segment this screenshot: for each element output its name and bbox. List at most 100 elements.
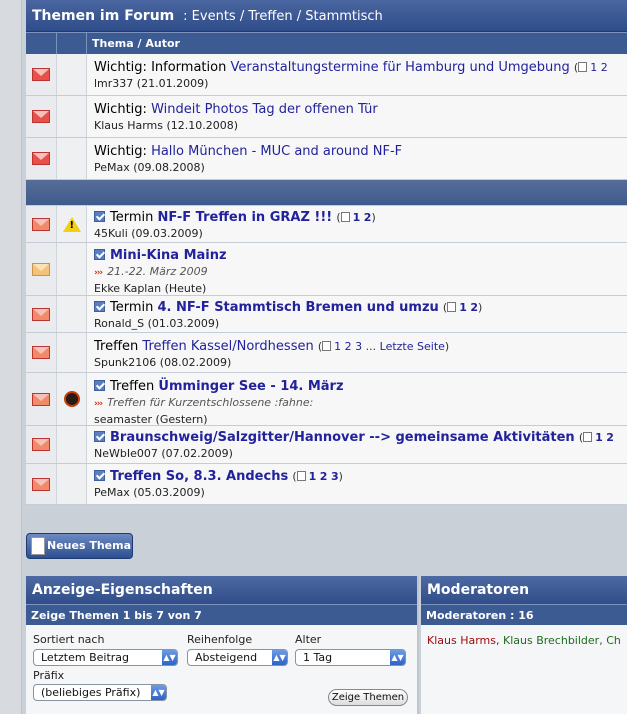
thread-prefix: Wichtig: — [94, 144, 147, 159]
thread-prefix: Termin — [110, 210, 154, 225]
sort-select[interactable]: Letztem Beitrag ▲▼ — [33, 649, 178, 666]
envelope-posted-icon — [32, 307, 50, 321]
checkbox-icon — [94, 380, 105, 391]
thread-row: Treffen So, 8.3. Andechs (1 2 3) PeMax (… — [26, 464, 627, 505]
thread-author[interactable]: PeMax — [94, 161, 130, 174]
checkbox-icon — [94, 211, 105, 222]
page-link[interactable]: 2 — [606, 431, 614, 444]
thread-title-link[interactable]: Ümminger See - 14. März — [158, 379, 343, 394]
envelope-hot-icon — [32, 68, 50, 81]
new-thread-button[interactable]: Neues Thema — [26, 533, 133, 559]
thread-author[interactable]: PeMax — [94, 486, 130, 499]
page-link[interactable]: 1 — [595, 431, 603, 444]
sort-select-value: Letztem Beitrag — [41, 651, 130, 664]
envelope-hot-icon — [32, 110, 50, 123]
select-arrows-icon: ▲▼ — [151, 685, 166, 700]
thread-title-link[interactable]: Braunschweig/Salzgitter/Hannover --> gem… — [110, 430, 575, 445]
envelope-posted-icon — [32, 477, 50, 491]
envelope-hot-icon — [32, 152, 50, 165]
age-select-value: 1 Tag — [303, 651, 333, 664]
checkbox-icon — [94, 470, 105, 481]
thread-title-link[interactable]: NF-F Treffen in GRAZ !!! — [158, 210, 333, 225]
order-select-value: Absteigend — [195, 651, 258, 664]
thread-row: Mini-Kina Mainz ››› 21.-22. März 2009 Ekk… — [26, 243, 627, 296]
select-arrows-icon: ▲▼ — [272, 650, 287, 665]
page-links: (1 2 — [578, 431, 614, 444]
thread-title-link[interactable]: Treffen So, 8.3. Andechs — [110, 469, 288, 484]
page-link[interactable]: 1 — [459, 301, 467, 314]
thread-author[interactable]: 45Kuli — [94, 227, 128, 240]
thread-title-link[interactable]: Veranstaltungstermine für Hamburg und Um… — [230, 60, 569, 75]
page-links: (1 2) — [336, 211, 376, 224]
page-link[interactable]: 1 — [590, 61, 597, 74]
page-link[interactable]: 2 — [345, 340, 352, 353]
forum-thread-list: Themen im Forum : Events / Treffen / Sta… — [26, 0, 627, 714]
prefix-select[interactable]: (beliebiges Präfix) ▲▼ — [33, 684, 167, 701]
thread-row: Braunschweig/Salzgitter/Hannover --> gem… — [26, 426, 627, 464]
thread-title-link[interactable]: Hallo München - MUC and around NF-F — [151, 144, 402, 159]
page-link[interactable]: 2 — [320, 470, 328, 483]
sticky-thread-row: Wichtig: Windeit Photos Tag der offenen … — [26, 96, 627, 138]
page-link[interactable]: 2 — [601, 61, 608, 74]
thread-row: Treffen Ümminger See - 14. März ››› Treff… — [26, 373, 627, 426]
page-links: (1 2 — [573, 61, 608, 74]
page-link[interactable]: 1 — [334, 340, 341, 353]
thread-prefix: Treffen — [110, 379, 155, 394]
devil-icon — [63, 391, 80, 407]
checkbox-icon — [94, 301, 105, 312]
checkbox-icon — [94, 431, 105, 442]
moderators-title: Moderatoren — [421, 576, 627, 604]
thread-title-link[interactable]: Windeit Photos Tag der offenen Tür — [151, 102, 378, 117]
select-arrows-icon: ▲▼ — [162, 650, 177, 665]
multipage-icon — [340, 212, 350, 222]
column-header-thema-autor[interactable]: Thema / Autor — [87, 33, 180, 54]
thread-date: (Heute) — [164, 282, 207, 295]
thread-row: ! Termin NF-F Treffen in GRAZ !!! (1 2) … — [26, 206, 627, 243]
envelope-posted-icon — [32, 217, 50, 231]
thread-author[interactable]: Spunk2106 — [94, 356, 156, 369]
thread-author[interactable]: Ekke Kaplan — [94, 282, 161, 295]
thread-prefix: Information — [151, 60, 227, 75]
moderator-link[interactable]: Klaus Harms, — [427, 634, 500, 647]
moderator-link[interactable]: Klaus Brechbilder, — [503, 634, 603, 647]
arrow-icon: ››› — [94, 399, 103, 409]
warning-icon: ! — [62, 216, 81, 232]
page-link[interactable]: 1 — [353, 211, 361, 224]
show-threads-button[interactable]: Zeige Themen — [328, 689, 408, 706]
page-links: (1 2) — [442, 301, 483, 314]
page-link[interactable]: 3 — [331, 470, 339, 483]
display-options-panel: Anzeige-Eigenschaften Zeige Themen 1 bis… — [26, 576, 419, 714]
page-link[interactable]: 1 — [309, 470, 317, 483]
order-select[interactable]: Absteigend ▲▼ — [187, 649, 288, 666]
page-links: (1 2 3) — [292, 470, 343, 483]
thread-author[interactable]: Klaus Harms — [94, 119, 163, 132]
breadcrumb[interactable]: : Events / Treffen / Stammtisch — [183, 9, 383, 24]
page-links: (1 2 3 ... Letzte Seite) — [317, 340, 450, 353]
thread-title-link[interactable]: 4. NF-F Stammtisch Bremen und umzu — [158, 300, 439, 315]
thread-subtitle: Treffen für Kurzentschlossene :fahne: — [107, 396, 314, 409]
thread-title-link[interactable]: Treffen Kassel/Nordhessen — [142, 339, 313, 354]
envelope-posted-icon — [32, 392, 50, 406]
page-link[interactable]: 2 — [470, 301, 478, 314]
arrow-icon: ››› — [94, 268, 103, 278]
page-link[interactable]: 2 — [364, 211, 372, 224]
thread-date: (09.08.2008) — [133, 161, 205, 174]
thread-author[interactable]: NeWbIe007 — [94, 447, 158, 460]
thread-title-link[interactable]: Mini-Kina Mainz — [110, 248, 227, 263]
multipage-icon — [447, 302, 457, 312]
thread-author[interactable]: lmr337 — [94, 77, 133, 90]
thread-author[interactable]: seamaster — [94, 413, 152, 425]
envelope-pencil-icon — [32, 346, 50, 359]
envelope-read-icon — [32, 262, 50, 276]
prefix-label: Präfix — [33, 669, 65, 682]
forum-title: Themen im Forum — [32, 8, 175, 24]
order-label: Reihenfolge — [187, 633, 253, 646]
last-page-link[interactable]: Letzte Seite — [380, 340, 445, 353]
thread-author[interactable]: Ronald_S — [94, 317, 144, 330]
moderator-link[interactable]: Ch — [606, 634, 621, 647]
page-link[interactable]: 3 — [355, 340, 362, 353]
thread-prefix: Wichtig: — [94, 102, 147, 117]
checkbox-icon — [94, 249, 105, 260]
age-select[interactable]: 1 Tag ▲▼ — [295, 649, 406, 666]
thread-prefix: Termin — [110, 300, 154, 315]
